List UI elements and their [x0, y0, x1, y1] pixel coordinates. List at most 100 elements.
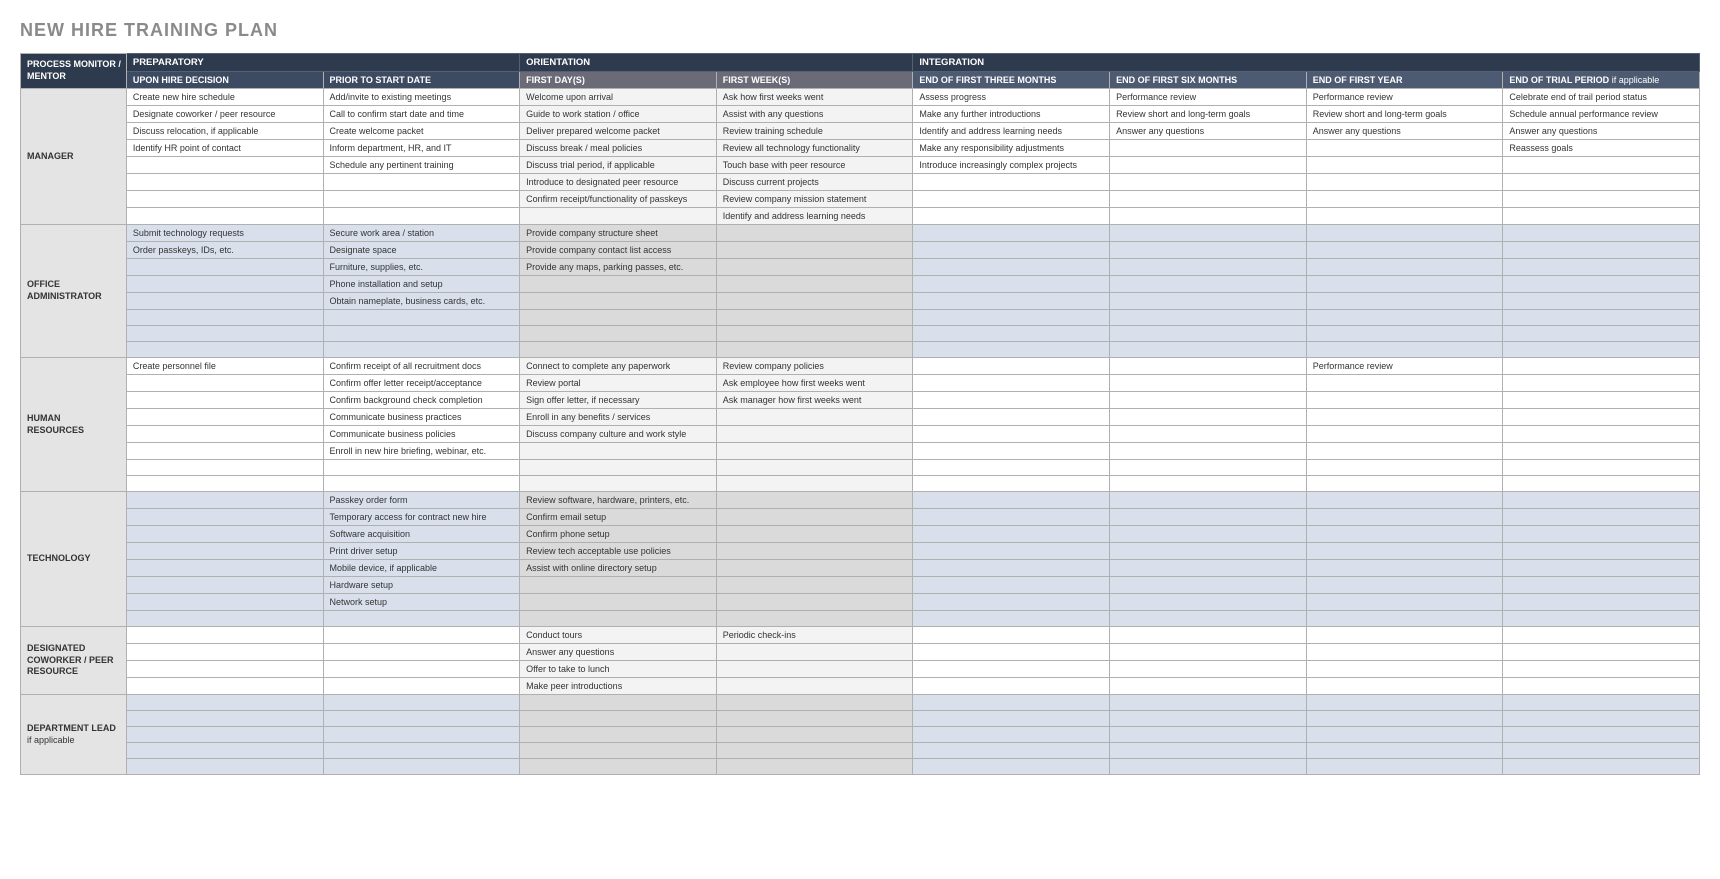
- plan-cell: Provide company contact list access: [520, 242, 717, 259]
- plan-cell: [1110, 644, 1307, 661]
- plan-cell: [1306, 375, 1503, 392]
- plan-cell: [1110, 342, 1307, 358]
- plan-cell: [1503, 310, 1700, 326]
- plan-cell: Discuss relocation, if applicable: [126, 123, 323, 140]
- plan-cell: [913, 242, 1110, 259]
- plan-cell: [1110, 627, 1307, 644]
- plan-cell: Offer to take to lunch: [520, 661, 717, 678]
- plan-cell: [1503, 759, 1700, 775]
- plan-cell: Review portal: [520, 375, 717, 392]
- plan-cell: Designate coworker / peer resource: [126, 106, 323, 123]
- header-sub: END OF FIRST THREE MONTHS: [913, 72, 1110, 89]
- plan-cell: [1503, 476, 1700, 492]
- plan-cell: Enroll in new hire briefing, webinar, et…: [323, 443, 520, 460]
- plan-cell: [126, 695, 323, 711]
- role-cell: HUMAN RESOURCES: [21, 358, 127, 492]
- plan-cell: Deliver prepared welcome packet: [520, 123, 717, 140]
- plan-cell: Provide any maps, parking passes, etc.: [520, 259, 717, 276]
- plan-cell: [126, 509, 323, 526]
- plan-cell: Conduct tours: [520, 627, 717, 644]
- plan-cell: [1503, 526, 1700, 543]
- plan-cell: Add/invite to existing meetings: [323, 89, 520, 106]
- plan-cell: [323, 326, 520, 342]
- plan-cell: [1306, 695, 1503, 711]
- plan-cell: [1503, 375, 1700, 392]
- plan-cell: [1306, 560, 1503, 577]
- plan-cell: [716, 759, 913, 775]
- plan-cell: Obtain nameplate, business cards, etc.: [323, 293, 520, 310]
- plan-cell: Passkey order form: [323, 492, 520, 509]
- role-cell: TECHNOLOGY: [21, 492, 127, 627]
- plan-cell: Communicate business policies: [323, 426, 520, 443]
- plan-cell: Ask manager how first weeks went: [716, 392, 913, 409]
- plan-cell: [520, 476, 717, 492]
- plan-cell: [1306, 310, 1503, 326]
- plan-cell: [1306, 443, 1503, 460]
- plan-cell: [1110, 426, 1307, 443]
- plan-cell: [1306, 678, 1503, 695]
- plan-cell: [716, 560, 913, 577]
- plan-cell: [126, 426, 323, 443]
- plan-cell: [1110, 577, 1307, 594]
- plan-cell: [1306, 208, 1503, 225]
- plan-cell: [323, 759, 520, 775]
- plan-cell: Discuss current projects: [716, 174, 913, 191]
- plan-cell: [1110, 326, 1307, 342]
- plan-cell: [913, 661, 1110, 678]
- plan-cell: [1503, 191, 1700, 208]
- plan-cell: [1306, 293, 1503, 310]
- plan-cell: Confirm phone setup: [520, 526, 717, 543]
- plan-cell: [716, 526, 913, 543]
- plan-cell: [913, 310, 1110, 326]
- plan-cell: [913, 560, 1110, 577]
- table-body: MANAGERCreate new hire scheduleAdd/invit…: [21, 89, 1700, 775]
- plan-cell: [913, 759, 1110, 775]
- plan-cell: Confirm offer letter receipt/acceptance: [323, 375, 520, 392]
- plan-cell: [126, 326, 323, 342]
- plan-cell: [913, 426, 1110, 443]
- role-cell: MANAGER: [21, 89, 127, 225]
- plan-cell: [126, 342, 323, 358]
- plan-cell: [716, 577, 913, 594]
- plan-cell: Secure work area / station: [323, 225, 520, 242]
- plan-cell: Answer any questions: [1306, 123, 1503, 140]
- plan-cell: Network setup: [323, 594, 520, 611]
- plan-cell: [323, 310, 520, 326]
- plan-cell: [126, 191, 323, 208]
- plan-cell: [913, 276, 1110, 293]
- plan-cell: Answer any questions: [520, 644, 717, 661]
- plan-cell: [1110, 259, 1307, 276]
- plan-cell: [716, 426, 913, 443]
- plan-cell: [520, 611, 717, 627]
- plan-cell: [913, 208, 1110, 225]
- plan-cell: [323, 476, 520, 492]
- plan-cell: [913, 543, 1110, 560]
- plan-cell: Assist with any questions: [716, 106, 913, 123]
- plan-cell: [1306, 759, 1503, 775]
- plan-cell: [716, 276, 913, 293]
- plan-cell: [1306, 191, 1503, 208]
- plan-cell: [716, 443, 913, 460]
- plan-cell: [126, 460, 323, 476]
- plan-cell: Discuss break / meal policies: [520, 140, 717, 157]
- plan-cell: [1110, 543, 1307, 560]
- plan-cell: [126, 678, 323, 695]
- plan-cell: [716, 611, 913, 627]
- plan-cell: [126, 644, 323, 661]
- plan-cell: Print driver setup: [323, 543, 520, 560]
- plan-cell: [1306, 259, 1503, 276]
- plan-cell: Confirm receipt/functionality of passkey…: [520, 191, 717, 208]
- plan-cell: Designate space: [323, 242, 520, 259]
- plan-cell: [1503, 225, 1700, 242]
- plan-cell: [520, 743, 717, 759]
- plan-cell: [1306, 140, 1503, 157]
- plan-cell: [1110, 476, 1307, 492]
- plan-cell: [323, 208, 520, 225]
- plan-cell: [913, 174, 1110, 191]
- plan-cell: Confirm email setup: [520, 509, 717, 526]
- plan-cell: Communicate business practices: [323, 409, 520, 426]
- plan-cell: [1110, 276, 1307, 293]
- plan-cell: [1306, 492, 1503, 509]
- plan-cell: [716, 492, 913, 509]
- plan-cell: [716, 543, 913, 560]
